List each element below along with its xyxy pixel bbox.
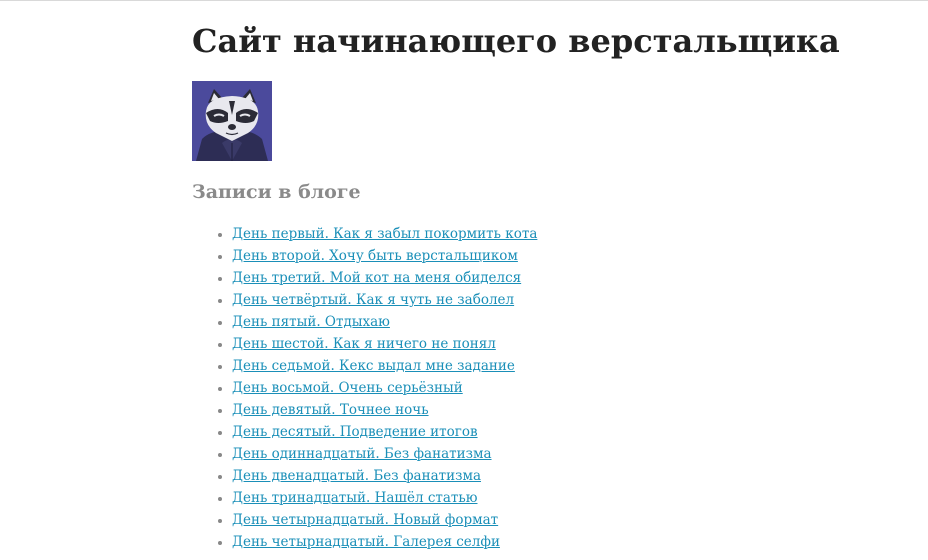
post-link-12[interactable]: День двенадцатый. Без фанатизма xyxy=(232,468,481,484)
post-link-11[interactable]: День одиннадцатый. Без фанатизма xyxy=(232,446,492,462)
list-item: День девятый. Точнее ночь xyxy=(217,399,537,421)
post-link-4[interactable]: День четвёртый. Как я чуть не заболел xyxy=(232,292,514,308)
list-item: День четырнадцатый. Галерея селфи xyxy=(217,531,537,553)
list-item: День третий. Мой кот на меня обиделся xyxy=(217,267,537,289)
list-item: День четвёртый. Как я чуть не заболел xyxy=(217,289,537,311)
list-item: День второй. Хочу быть верстальщиком xyxy=(217,245,537,267)
post-link-8[interactable]: День восьмой. Очень серьёзный xyxy=(232,380,463,396)
post-link-7[interactable]: День седьмой. Кекс выдал мне задание xyxy=(232,358,515,374)
post-link-15[interactable]: День четырнадцатый. Галерея селфи xyxy=(232,534,500,550)
top-divider xyxy=(0,0,928,1)
post-link-9[interactable]: День девятый. Точнее ночь xyxy=(232,402,429,418)
list-item: День тринадцатый. Нашёл статью xyxy=(217,487,537,509)
list-item: День двенадцатый. Без фанатизма xyxy=(217,465,537,487)
list-item: День шестой. Как я ничего не понял xyxy=(217,333,537,355)
raccoon-avatar-icon xyxy=(192,81,272,161)
blog-section-title: Записи в блоге xyxy=(192,181,361,203)
list-item: День седьмой. Кекс выдал мне задание xyxy=(217,355,537,377)
post-link-2[interactable]: День второй. Хочу быть верстальщиком xyxy=(232,248,518,264)
list-item: День пятый. Отдыхаю xyxy=(217,311,537,333)
post-link-10[interactable]: День десятый. Подведение итогов xyxy=(232,424,478,440)
post-link-14[interactable]: День четырнадцатый. Новый формат xyxy=(232,512,498,528)
list-item: День десятый. Подведение итогов xyxy=(217,421,537,443)
list-item: День первый. Как я забыл покормить кота xyxy=(217,223,537,245)
post-link-6[interactable]: День шестой. Как я ничего не понял xyxy=(232,336,496,352)
list-item: День восьмой. Очень серьёзный xyxy=(217,377,537,399)
post-link-3[interactable]: День третий. Мой кот на меня обиделся xyxy=(232,270,521,286)
post-link-1[interactable]: День первый. Как я забыл покормить кота xyxy=(232,226,537,242)
list-item: День одиннадцатый. Без фанатизма xyxy=(217,443,537,465)
blog-post-list: День первый. Как я забыл покормить кота … xyxy=(192,223,537,553)
post-link-13[interactable]: День тринадцатый. Нашёл статью xyxy=(232,490,477,506)
list-item: День четырнадцатый. Новый формат xyxy=(217,509,537,531)
page-title: Сайт начинающего верстальщика xyxy=(192,22,840,60)
post-link-5[interactable]: День пятый. Отдыхаю xyxy=(232,314,390,330)
